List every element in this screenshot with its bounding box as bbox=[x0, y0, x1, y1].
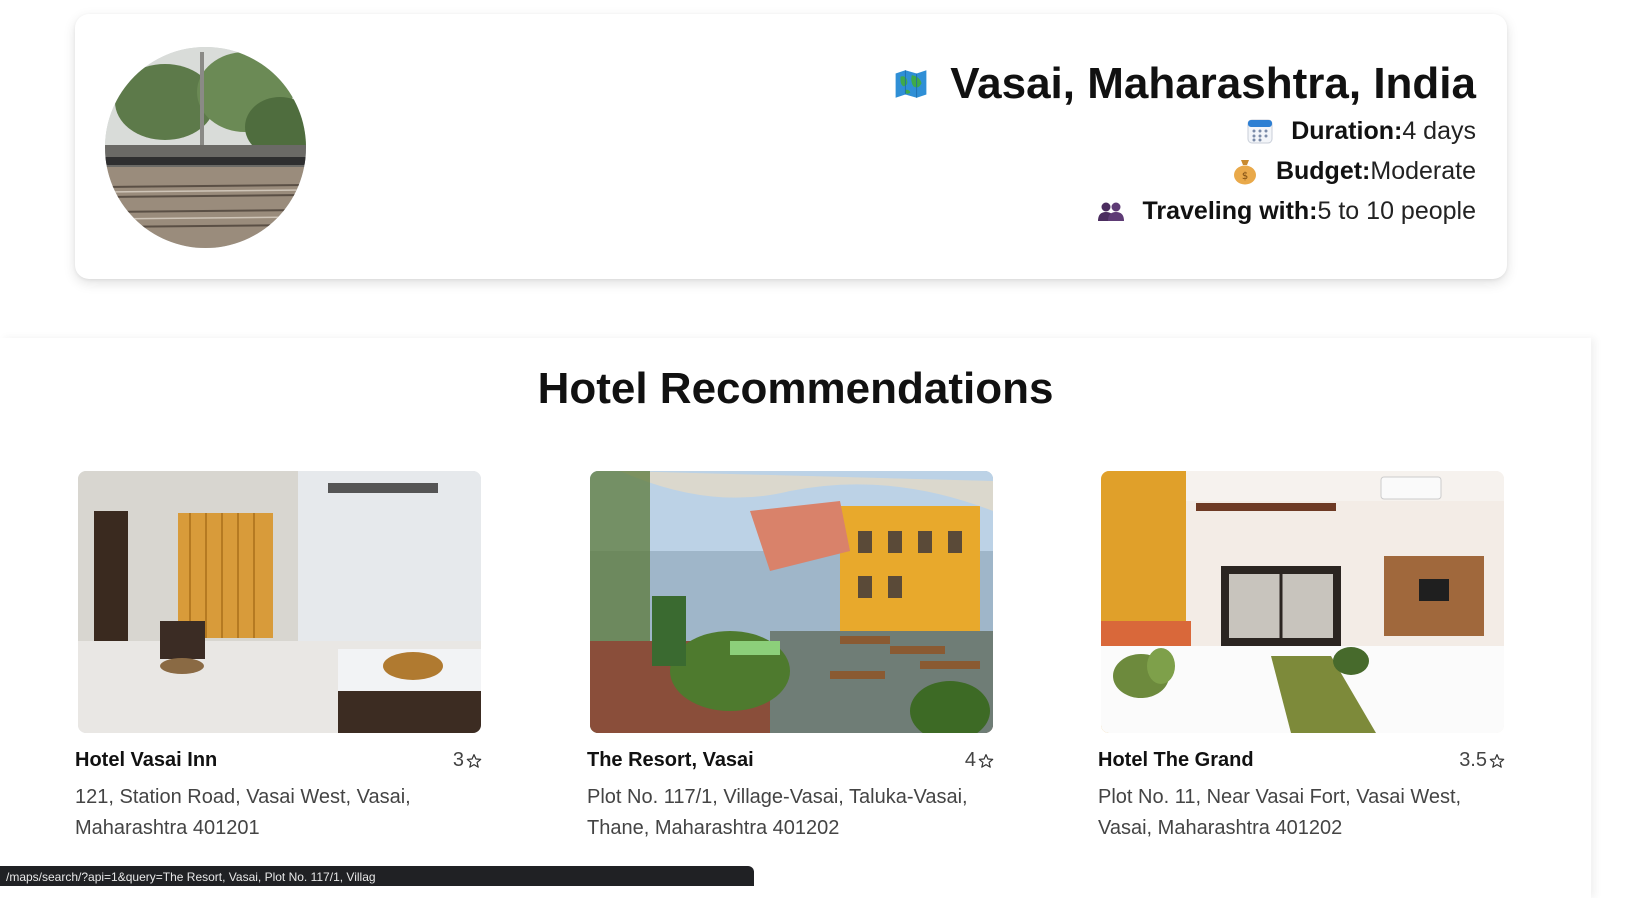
travelers-label: Traveling with: bbox=[1142, 196, 1318, 225]
budget-value: Moderate bbox=[1370, 156, 1476, 185]
duration-label: Duration: bbox=[1291, 116, 1403, 145]
destination-name: Vasai, Maharashtra, India bbox=[950, 59, 1476, 108]
budget-label: Budget: bbox=[1275, 156, 1371, 185]
duration-value: 4 days bbox=[1402, 116, 1476, 145]
duration-row: Duration:4 days bbox=[894, 111, 1476, 151]
hotel-header: Hotel Vasai Inn 3 bbox=[75, 749, 482, 772]
hotel-address: Plot No. 117/1, Village-Vasai, Taluka-Va… bbox=[587, 786, 968, 839]
budget-row: $ Budget:Moderate bbox=[894, 151, 1476, 191]
rating-value: 4 bbox=[964, 749, 976, 771]
hotel-name: Hotel The Grand bbox=[1098, 749, 1254, 771]
hotel-card[interactable]: Hotel Vasai Inn 3 121, Station Road, Vas… bbox=[75, 471, 482, 844]
destination-heading: Vasai, Maharashtra, India bbox=[894, 58, 1476, 111]
money-bag-icon: $ bbox=[1228, 154, 1262, 188]
hotels-section-title: Hotel Recommendations bbox=[537, 364, 1054, 413]
travelers-value: 5 to 10 people bbox=[1317, 196, 1476, 225]
hotel-photo[interactable] bbox=[590, 471, 993, 733]
hotel-header: The Resort, Vasai 4 bbox=[587, 749, 994, 772]
status-url: /maps/search/?api=1&query=The Resort, Va… bbox=[6, 870, 376, 884]
calendar-icon bbox=[1243, 114, 1277, 148]
world-map-icon bbox=[894, 67, 928, 101]
hotel-address: Plot No. 11, Near Vasai Fort, Vasai West… bbox=[1098, 786, 1462, 839]
hotel-photo[interactable] bbox=[78, 471, 481, 733]
rating-value: 3.5 bbox=[1459, 749, 1487, 771]
hotel-header: Hotel The Grand 3.5 bbox=[1098, 749, 1505, 772]
rating-value: 3 bbox=[452, 749, 464, 771]
hotel-name: The Resort, Vasai bbox=[587, 749, 754, 771]
hotel-name: Hotel Vasai Inn bbox=[75, 749, 218, 771]
link-status-bar: /maps/search/?api=1&query=The Resort, Va… bbox=[0, 866, 754, 886]
hotel-rating: 3 bbox=[453, 749, 482, 772]
hotel-card[interactable]: Hotel The Grand 3.5 Plot No. 11, Near Va… bbox=[1098, 471, 1505, 844]
travelers-row: Traveling with:5 to 10 people bbox=[894, 191, 1476, 231]
trip-info-card: Vasai, Maharashtra, India Duration:4 day… bbox=[75, 14, 1507, 279]
hotel-address: 121, Station Road, Vasai West, Vasai, Ma… bbox=[75, 786, 411, 839]
trip-details: Vasai, Maharashtra, India Duration:4 day… bbox=[894, 58, 1476, 231]
hotel-rating: 4 bbox=[965, 749, 994, 772]
people-icon bbox=[1094, 194, 1128, 228]
hotel-rating: 3.5 bbox=[1459, 749, 1505, 772]
destination-photo bbox=[105, 47, 306, 248]
star-outline-icon bbox=[466, 753, 482, 768]
star-outline-icon bbox=[1489, 753, 1505, 768]
svg-text:$: $ bbox=[1242, 171, 1248, 182]
hotels-section: Hotel Recommendations Hotel Vasai Inn 3 … bbox=[0, 338, 1591, 898]
hotel-photo[interactable] bbox=[1101, 471, 1504, 733]
star-outline-icon bbox=[978, 753, 994, 768]
hotel-card[interactable]: The Resort, Vasai 4 Plot No. 117/1, Vill… bbox=[587, 471, 994, 844]
